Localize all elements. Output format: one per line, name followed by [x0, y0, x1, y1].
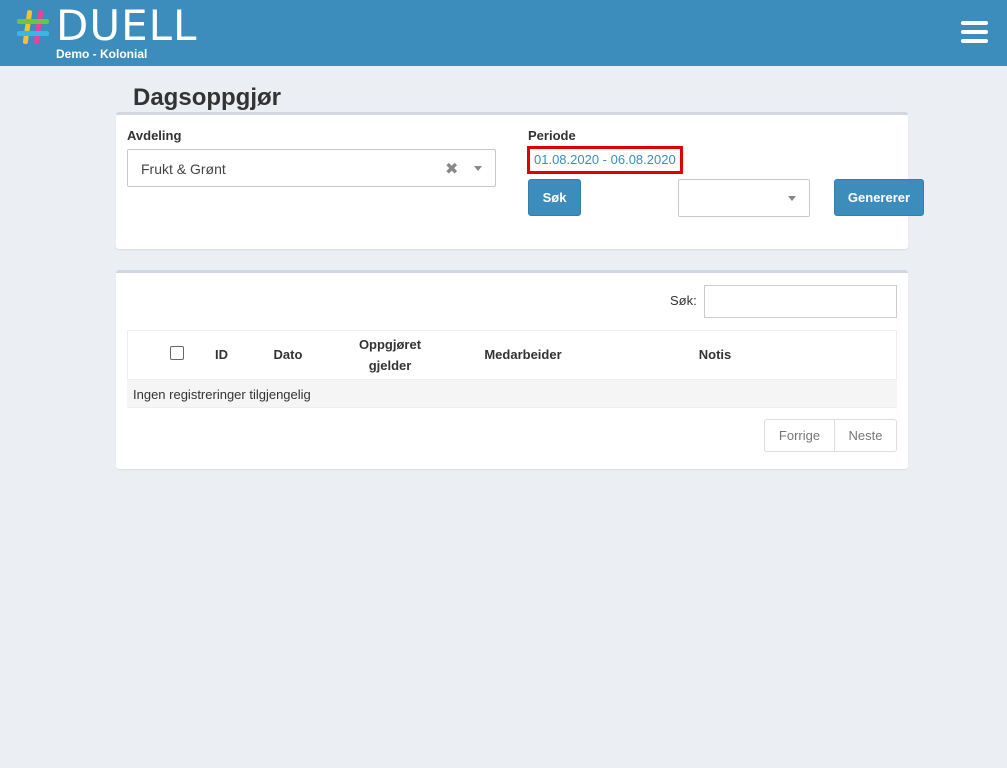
- period-date-range-link[interactable]: 01.08.2020 - 06.08.2020: [534, 152, 676, 167]
- table-search-label: Søk:: [670, 293, 697, 308]
- table-search-input[interactable]: [704, 285, 897, 318]
- column-header-medarbeider[interactable]: Medarbeider: [476, 344, 570, 365]
- table-header-row: ID Dato Oppgjøret gjelder Medarbeider No…: [127, 330, 897, 380]
- hashtag-logo-icon: [17, 10, 49, 44]
- duell-logo[interactable]: DUELL Demo - Kolonial: [16, 1, 202, 62]
- chevron-down-icon: [474, 166, 482, 171]
- filter-panel: Avdeling Frukt & Grønt ✖ Periode 01.08.2…: [116, 112, 924, 249]
- brand-name: DUELL: [56, 1, 198, 50]
- search-button[interactable]: Søk: [528, 179, 581, 216]
- table-empty-row: Ingen registreringer tilgjengelig: [127, 380, 897, 408]
- column-header-id[interactable]: ID: [208, 344, 235, 365]
- column-header-dato[interactable]: Dato: [268, 344, 308, 365]
- top-navbar: DUELL Demo - Kolonial: [0, 0, 1007, 66]
- select-all-checkbox[interactable]: [170, 346, 184, 360]
- clear-selection-icon[interactable]: ✖: [445, 159, 458, 179]
- period-label: Periode: [528, 128, 576, 143]
- hamburger-menu-icon[interactable]: [961, 21, 988, 43]
- pagination-next-button[interactable]: Neste: [834, 419, 897, 452]
- empty-table-message: Ingen registreringer tilgjengelig: [133, 387, 311, 402]
- department-select-value: Frukt & Grønt: [141, 161, 226, 177]
- chevron-down-icon: [788, 196, 796, 201]
- generate-button[interactable]: Genererer: [834, 179, 924, 216]
- pagination-previous-button[interactable]: Forrige: [764, 419, 835, 452]
- extra-select[interactable]: [678, 179, 810, 217]
- department-label: Avdeling: [127, 128, 182, 143]
- brand-subtitle: Demo - Kolonial: [56, 47, 148, 61]
- table-panel: Søk: ID Dato Oppgjøret gjelder Medarbeid…: [116, 270, 908, 469]
- column-header-oppgjoret-gjelder[interactable]: Oppgjøret gjelder: [350, 334, 430, 376]
- department-select[interactable]: Frukt & Grønt ✖: [127, 149, 496, 187]
- column-header-notis[interactable]: Notis: [688, 344, 742, 365]
- page-title: Dagsoppgjør: [133, 84, 281, 111]
